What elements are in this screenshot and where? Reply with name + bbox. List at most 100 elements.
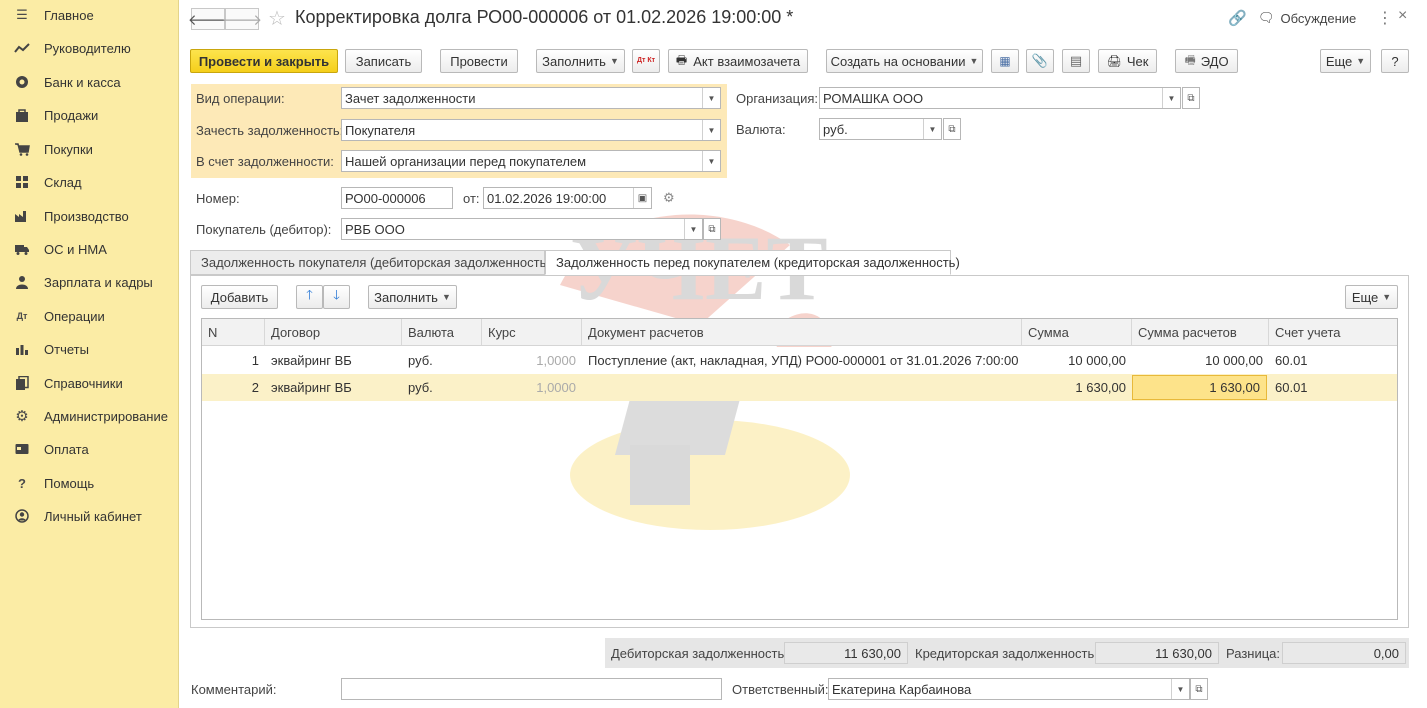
sidebar-item-catalogs[interactable]: Справочники bbox=[0, 368, 179, 398]
comment-field[interactable] bbox=[341, 678, 722, 700]
chevron-down-icon[interactable]: ▼ bbox=[702, 151, 720, 171]
sidebar-item-admin[interactable]: ⚙ Администрирование bbox=[0, 401, 179, 431]
column-header-settle-sum[interactable]: Сумма расчетов bbox=[1132, 319, 1269, 346]
sidebar-item-salary[interactable]: Зарплата и кадры bbox=[0, 267, 179, 297]
contract-cell[interactable]: эквайринг ВБ bbox=[265, 347, 402, 374]
create-based-button[interactable]: Создать на основании ▼ bbox=[826, 49, 983, 73]
chevron-down-icon[interactable]: ▼ bbox=[1162, 88, 1180, 108]
settle-sum-cell-active[interactable]: 1 630,00 bbox=[1132, 375, 1267, 400]
sidebar-item-sales[interactable]: Продажи bbox=[0, 100, 179, 130]
chevron-down-icon[interactable]: ▼ bbox=[702, 120, 720, 140]
offset-act-button[interactable]: 🖶 Акт взаимозачета bbox=[668, 49, 808, 73]
buyer-field[interactable]: РВБ ООО ▼ bbox=[341, 218, 703, 240]
sidebar-item-operations[interactable]: Дт Операции bbox=[0, 301, 179, 331]
open-icon[interactable]: ⧉ bbox=[703, 218, 721, 240]
printer-icon: 🖶 bbox=[675, 52, 688, 67]
sidebar-item-purchases[interactable]: Покупки bbox=[0, 134, 179, 164]
chevron-down-icon[interactable]: ▼ bbox=[923, 119, 941, 139]
currency-field[interactable]: руб. ▼ bbox=[819, 118, 942, 140]
link-icon[interactable]: 🔗 bbox=[1228, 9, 1247, 27]
sidebar-item-help[interactable]: ? Помощь bbox=[0, 468, 179, 498]
close-icon[interactable]: × bbox=[1398, 7, 1407, 25]
account-cell[interactable]: 60.01 bbox=[1269, 347, 1397, 374]
edo-icon: 🖷 bbox=[1184, 52, 1196, 67]
forward-button[interactable]: 🡒 bbox=[222, 8, 262, 30]
date-field[interactable]: 01.02.2026 19:00:00 ▣ bbox=[483, 187, 652, 209]
move-down-button[interactable]: 🡓 bbox=[323, 285, 350, 309]
settle-sum-cell[interactable]: 10 000,00 bbox=[1132, 347, 1269, 374]
structure-icon: ▦ bbox=[999, 54, 1011, 68]
operation-field[interactable]: Зачет задолженности ▼ bbox=[341, 87, 721, 109]
more-button[interactable]: Еще ▼ bbox=[1320, 49, 1371, 73]
sidebar-item-production[interactable]: Производство bbox=[0, 201, 179, 231]
calendar-icon[interactable]: ▣ bbox=[633, 188, 651, 208]
chevron-down-icon[interactable]: ▼ bbox=[1171, 679, 1189, 699]
column-header-contract[interactable]: Договор bbox=[265, 319, 402, 346]
more-label: Еще bbox=[1325, 53, 1353, 69]
sidebar-item-main[interactable]: ☰ Главное bbox=[0, 0, 179, 30]
move-up-button[interactable]: 🡑 bbox=[296, 285, 323, 309]
post-and-close-button[interactable]: Провести и закрыть bbox=[190, 49, 338, 73]
column-header-n[interactable]: N bbox=[202, 319, 265, 346]
sum-cell[interactable]: 1 630,00 bbox=[1022, 374, 1132, 401]
help-button[interactable]: ? bbox=[1381, 49, 1409, 73]
save-button[interactable]: Записать bbox=[345, 49, 422, 73]
edo-button[interactable]: 🖷 ЭДО bbox=[1175, 49, 1238, 73]
open-icon[interactable]: ⧉ bbox=[943, 118, 961, 140]
rate-cell[interactable]: 1,0000 bbox=[482, 347, 582, 374]
document-cell[interactable]: Поступление (акт, накладная, УПД) РО00-0… bbox=[582, 347, 1022, 374]
column-header-rate[interactable]: Курс bbox=[482, 319, 582, 346]
favorite-star-icon[interactable]: ☆ bbox=[268, 6, 286, 31]
bag-icon bbox=[14, 107, 30, 123]
sidebar-item-reports[interactable]: Отчеты bbox=[0, 334, 179, 364]
rate-cell[interactable]: 1,0000 bbox=[482, 374, 582, 401]
receipt-button[interactable]: 🖨 Чек bbox=[1098, 49, 1157, 73]
table-fill-button[interactable]: Заполнить ▼ bbox=[368, 285, 457, 309]
column-header-document[interactable]: Документ расчетов bbox=[582, 319, 1022, 346]
sidebar-item-manager[interactable]: Руководителю bbox=[0, 33, 179, 63]
cash-register-icon: 🖨 bbox=[1106, 54, 1122, 68]
against-field[interactable]: Нашей организации перед покупателем ▼ bbox=[341, 150, 721, 172]
sum-cell[interactable]: 10 000,00 bbox=[1022, 347, 1132, 374]
offset-field[interactable]: Покупателя ▼ bbox=[341, 119, 721, 141]
open-icon[interactable]: ⧉ bbox=[1190, 678, 1208, 700]
fill-button[interactable]: Заполнить ▼ bbox=[536, 49, 625, 73]
structure-button[interactable]: ▦ bbox=[991, 49, 1019, 73]
open-icon[interactable]: ⧉ bbox=[1182, 87, 1200, 109]
chevron-down-icon[interactable]: ▼ bbox=[684, 219, 702, 239]
currency-cell[interactable]: руб. bbox=[402, 374, 482, 401]
organization-field[interactable]: РОМАШКА ООО ▼ bbox=[819, 87, 1181, 109]
chevron-down-icon[interactable]: ▼ bbox=[702, 88, 720, 108]
tab-debit[interactable]: Задолженность покупателя (дебиторская за… bbox=[190, 250, 551, 275]
sidebar: ☰ Главное Руководителю Банк и касса Прода… bbox=[0, 0, 179, 708]
sidebar-item-label: Отчеты bbox=[44, 341, 89, 357]
add-row-button[interactable]: Добавить bbox=[201, 285, 278, 309]
table-more-button[interactable]: Еще ▼ bbox=[1345, 285, 1398, 309]
sidebar-item-account[interactable]: Личный кабинет bbox=[0, 501, 179, 531]
tab-credit[interactable]: Задолженность перед покупателем (кредито… bbox=[545, 250, 960, 275]
sidebar-item-bank[interactable]: Банк и касса bbox=[0, 67, 179, 97]
sidebar-item-assets[interactable]: ОС и НМА bbox=[0, 234, 179, 264]
responsible-field[interactable]: Екатерина Карбаинова ▼ bbox=[828, 678, 1190, 700]
attach-button[interactable]: 📎 bbox=[1026, 49, 1054, 73]
contract-cell[interactable]: эквайринг ВБ bbox=[265, 374, 402, 401]
column-header-sum[interactable]: Сумма bbox=[1022, 319, 1132, 346]
trend-icon bbox=[14, 40, 30, 56]
post-button[interactable]: Провести bbox=[440, 49, 518, 73]
dt-kt-button[interactable]: Дт Кт bbox=[632, 49, 660, 73]
column-header-currency[interactable]: Валюта bbox=[402, 319, 482, 346]
document-cell[interactable] bbox=[582, 374, 1022, 401]
report-button[interactable]: ▤ bbox=[1062, 49, 1090, 73]
account-cell[interactable]: 60.01 bbox=[1269, 374, 1397, 401]
more-vertical-icon[interactable]: ⋮ bbox=[1377, 8, 1393, 28]
sidebar-item-payment[interactable]: Оплата bbox=[0, 434, 179, 464]
numbering-settings-icon[interactable]: ⚙ bbox=[663, 190, 675, 206]
difference-label: Разница: bbox=[1226, 646, 1281, 661]
edo-label: ЭДО bbox=[1200, 53, 1229, 69]
number-field[interactable]: РО00-000006 bbox=[341, 187, 453, 209]
back-button[interactable]: 🡐 bbox=[188, 8, 228, 30]
discussion-button[interactable]: 🗨 Обсуждение bbox=[1258, 10, 1356, 26]
sidebar-item-warehouse[interactable]: Склад bbox=[0, 167, 179, 197]
currency-cell[interactable]: руб. bbox=[402, 347, 482, 374]
column-header-account[interactable]: Счет учета bbox=[1269, 319, 1397, 346]
